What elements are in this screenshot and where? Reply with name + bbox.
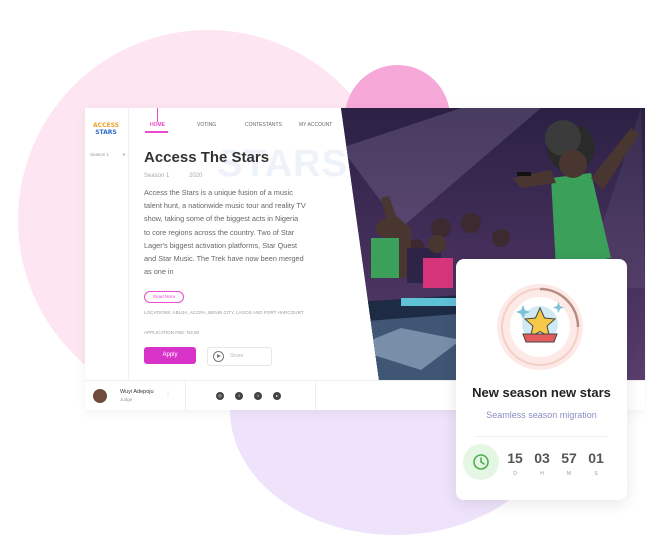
- year-label: 2020: [189, 173, 203, 179]
- card-title: New season new stars: [472, 385, 611, 400]
- youtube-icon[interactable]: ▸: [273, 392, 281, 400]
- nav-my-account[interactable]: MY ACCOUNT: [299, 122, 332, 128]
- locations-text: LOCATIONS: ABUJA, ACCRA, BENIN CITY, LAG…: [144, 310, 304, 315]
- divider: [315, 381, 316, 410]
- instagram-icon[interactable]: ◎: [216, 392, 224, 400]
- description: Access the Stars is a unique fusion of a…: [144, 188, 306, 277]
- judge-name: Wuyi Adepoju: [120, 389, 154, 395]
- clock-badge: [463, 444, 499, 480]
- countdown-card: New season new stars Seamless season mig…: [456, 259, 627, 500]
- brand-logo[interactable]: ACCESS STARS: [91, 122, 121, 138]
- season-select[interactable]: Season 1 ▾: [90, 152, 125, 162]
- more-options-icon[interactable]: ⋮: [165, 391, 171, 398]
- star-badge: [497, 284, 583, 370]
- nav-contestants[interactable]: CONTESTANTS: [245, 122, 282, 128]
- nav-voting[interactable]: VOTING: [197, 122, 216, 128]
- card-subtitle: Seamless season migration: [486, 410, 597, 420]
- clock-icon: [473, 454, 489, 470]
- card-divider: [475, 436, 607, 437]
- season-label: Season 1: [144, 173, 170, 179]
- countdown-seconds: 01 S: [588, 450, 604, 477]
- application-fee-text: APPLICATION FEE: N3,00: [144, 330, 200, 335]
- star-trophy-icon: [501, 287, 580, 366]
- play-icon: [213, 351, 224, 362]
- apply-button[interactable]: Apply: [144, 347, 196, 364]
- countdown-minutes: 57 M: [561, 450, 577, 477]
- nav-home[interactable]: HOME: [150, 122, 165, 128]
- sidebar: ACCESS STARS Season 1 ▾: [85, 108, 129, 380]
- share-button[interactable]: Share: [207, 347, 272, 366]
- countdown-days: 15 D: [507, 450, 523, 477]
- facebook-icon[interactable]: f: [235, 392, 243, 400]
- divider: [185, 381, 186, 410]
- nav-indicator-line: [157, 108, 158, 122]
- read-more-button[interactable]: Read More: [144, 291, 184, 303]
- chevron-down-icon: ▾: [122, 152, 125, 157]
- judge-avatar[interactable]: [93, 389, 107, 403]
- nav-active-underline: [145, 131, 168, 133]
- season-meta: Season 1 2020: [144, 173, 220, 179]
- judge-role: Judge: [120, 397, 133, 402]
- twitter-icon[interactable]: t: [254, 392, 262, 400]
- countdown-hours: 03 H: [534, 450, 550, 477]
- page-title: Access The Stars: [144, 149, 270, 166]
